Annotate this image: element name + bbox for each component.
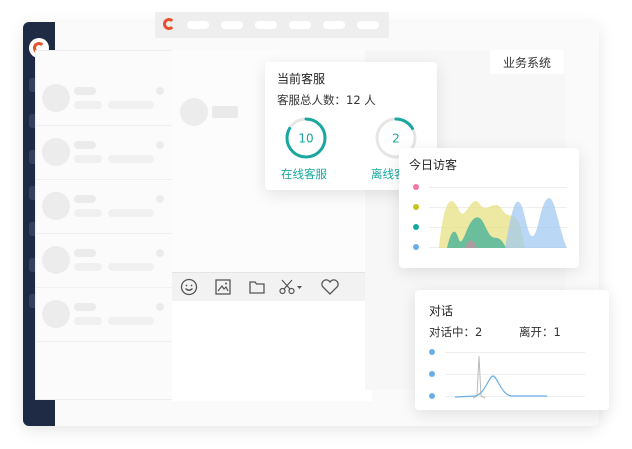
legend-dot-teal: [413, 224, 419, 230]
in-dialog-count: 对话中：2: [429, 325, 483, 339]
nav-tab-4[interactable]: [289, 21, 311, 29]
dialogs-card: 对话 对话中：2 离开：1: [415, 290, 609, 410]
list-item[interactable]: [36, 235, 172, 288]
scissors-icon[interactable]: [274, 273, 308, 301]
folder-icon[interactable]: [240, 273, 274, 301]
visitors-series-blue: [505, 198, 567, 248]
visitors-area-chart: [439, 198, 567, 248]
visitors-card: 今日访客: [399, 148, 579, 268]
dialogs-series-gray: [472, 355, 486, 399]
message-input-area[interactable]: [172, 301, 372, 401]
nav-tab-3[interactable]: [255, 21, 277, 29]
avatar: [42, 192, 70, 220]
nav-tab-5[interactable]: [323, 21, 345, 29]
image-icon[interactable]: [206, 273, 240, 301]
conversation-list: [35, 50, 173, 400]
dialogs-line-chart: [455, 355, 547, 399]
nav-logo-icon: [163, 18, 175, 30]
left-count: 离开：1: [519, 325, 561, 339]
list-item[interactable]: [36, 289, 172, 342]
chat-toolbar: [172, 272, 382, 301]
avatar: [42, 246, 70, 274]
online-gauge: 10: [285, 117, 327, 159]
avatar: [42, 84, 70, 112]
legend-dot-2: [429, 371, 435, 377]
avatar: [42, 300, 70, 328]
service-card-title: 当前客服: [277, 72, 326, 86]
online-count: 10: [298, 132, 313, 146]
chat-avatar: [180, 98, 208, 126]
nav-tab-1[interactable]: [187, 21, 209, 29]
legend-dot-1: [429, 349, 435, 355]
legend-dot-blue: [413, 244, 419, 250]
message-bubble: [212, 106, 238, 118]
heart-icon[interactable]: [308, 273, 352, 301]
legend-dot-pink: [413, 184, 419, 190]
legend-dot-3: [429, 393, 435, 399]
list-item[interactable]: [36, 127, 172, 180]
top-nav-bar: [155, 12, 389, 38]
visitors-card-title: 今日访客: [409, 158, 458, 172]
offline-count: 2: [392, 132, 400, 146]
dialogs-series-blue: [455, 375, 547, 398]
online-label: 在线客服: [281, 167, 327, 181]
tab-business-system[interactable]: 业务系统: [490, 50, 564, 74]
nav-tab-6[interactable]: [357, 21, 379, 29]
avatar: [42, 138, 70, 166]
emoji-icon[interactable]: [172, 273, 206, 301]
list-item[interactable]: [36, 73, 172, 126]
legend-dot-yellow: [413, 204, 419, 210]
nav-tab-2[interactable]: [221, 21, 243, 29]
list-item[interactable]: [36, 181, 172, 234]
service-total-count: 客服总人数：12 人: [277, 93, 376, 107]
dialogs-card-title: 对话: [429, 304, 454, 318]
